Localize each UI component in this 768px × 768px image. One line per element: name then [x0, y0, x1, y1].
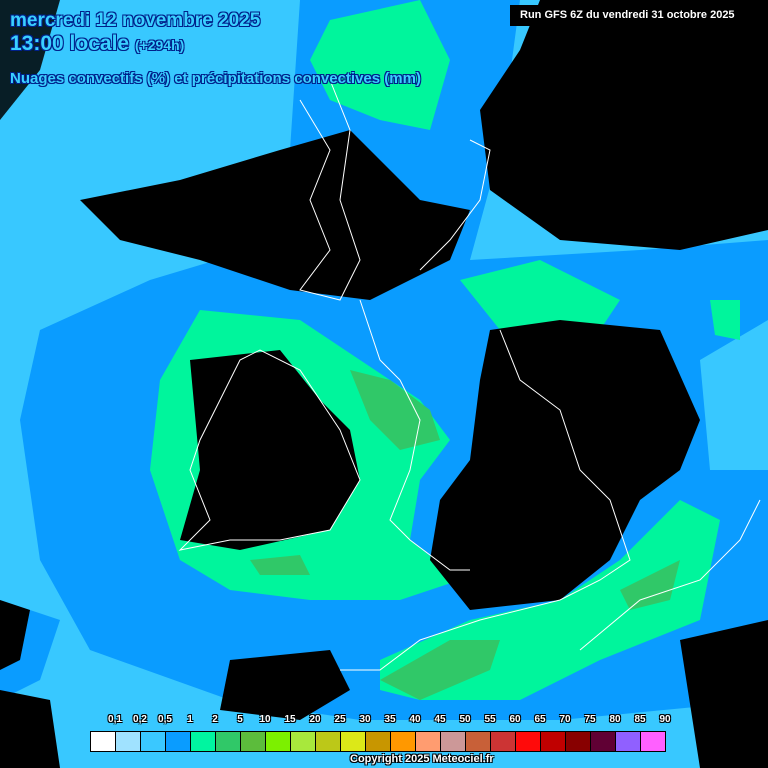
legend-label: 10 — [259, 714, 271, 725]
map-subtitle: Nuages convectifs (%) et précipitations … — [10, 70, 421, 87]
legend-swatch — [366, 732, 391, 751]
legend-swatch — [166, 732, 191, 751]
legend-swatch — [491, 732, 516, 751]
legend-labels: 0,1 0,2 0,5 1 2 5 10 15 20 25 30 35 40 45 50 55 60 65 70 75… — [90, 714, 671, 728]
legend-label: 60 — [509, 714, 521, 725]
lead-time: (+294h) — [134, 37, 185, 53]
legend-label: 25 — [334, 714, 346, 725]
legend-label: 15 — [284, 714, 296, 725]
legend-label: 80 — [609, 714, 621, 725]
forecast-time: 13:00 locale (+294h) — [10, 32, 184, 56]
legend-label: 35 — [384, 714, 396, 725]
legend-label: 2 — [212, 714, 218, 725]
legend-label: 75 — [584, 714, 596, 725]
legend-label: 85 — [634, 714, 646, 725]
legend-swatch — [316, 732, 341, 751]
legend-swatch — [466, 732, 491, 751]
legend-swatch — [341, 732, 366, 751]
legend-label: 40 — [409, 714, 421, 725]
legend-swatch — [416, 732, 441, 751]
legend-label: 0,2 — [133, 714, 147, 725]
legend-swatch — [616, 732, 641, 751]
legend-swatch — [541, 732, 566, 751]
legend-label: 45 — [434, 714, 446, 725]
legend-swatch — [116, 732, 141, 751]
legend-swatch — [441, 732, 466, 751]
legend-swatch — [141, 732, 166, 751]
copyright: Copyright 2025 Meteociel.fr — [350, 753, 494, 765]
legend-swatch — [566, 732, 591, 751]
legend-swatch — [91, 732, 116, 751]
legend-swatch — [591, 732, 616, 751]
legend-label: 20 — [309, 714, 321, 725]
weather-map — [0, 0, 768, 768]
legend-label: 0,5 — [158, 714, 172, 725]
legend-swatch — [391, 732, 416, 751]
model-run-label: Run GFS 6Z du vendredi 31 octobre 2025 — [510, 5, 768, 26]
legend-label: 70 — [559, 714, 571, 725]
forecast-date: mercredi 12 novembre 2025 — [10, 10, 261, 31]
legend-label: 55 — [484, 714, 496, 725]
legend-label: 65 — [534, 714, 546, 725]
legend-label: 30 — [359, 714, 371, 725]
legend-swatch — [191, 732, 216, 751]
legend-swatch — [266, 732, 291, 751]
legend-label: 1 — [187, 714, 193, 725]
legend-swatch — [216, 732, 241, 751]
legend-swatch — [291, 732, 316, 751]
legend-label: 90 — [659, 714, 671, 725]
legend-label: 0,1 — [108, 714, 122, 725]
legend-swatch — [641, 732, 665, 751]
legend-swatch — [241, 732, 266, 751]
legend-label: 5 — [237, 714, 243, 725]
legend-swatch — [516, 732, 541, 751]
local-time: 13:00 locale — [10, 32, 130, 55]
legend-label: 50 — [459, 714, 471, 725]
color-legend — [90, 731, 666, 752]
